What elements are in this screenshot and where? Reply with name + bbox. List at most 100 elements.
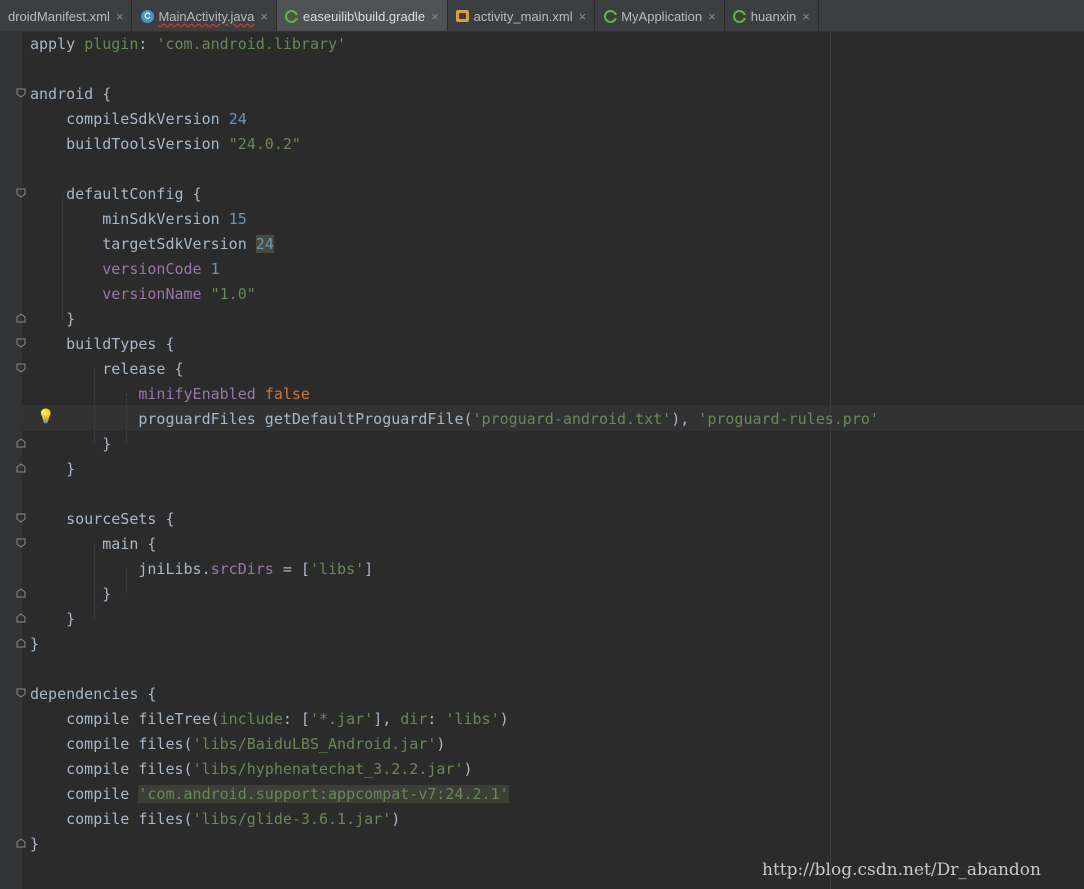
fold-close-icon[interactable]	[16, 638, 26, 648]
code-line-20[interactable]: sourceSets {	[30, 507, 174, 532]
code-line-10[interactable]: versionCode 1	[30, 257, 220, 282]
code-token: 'proguard-rules.pro'	[698, 410, 879, 428]
close-icon[interactable]: ×	[431, 9, 439, 24]
code-line-14[interactable]: release {	[30, 357, 183, 382]
code-line-29[interactable]: compile files('libs/BaiduLBS_Android.jar…	[30, 732, 445, 757]
code-token: jniLibs.	[30, 560, 211, 578]
tab-easeuilib-build-gradle[interactable]: easeuilib\build.gradle ×	[276, 0, 448, 31]
code-token: : [	[282, 710, 310, 728]
code-line-24[interactable]: }	[30, 607, 75, 632]
code-line-17[interactable]: }	[30, 432, 111, 457]
fold-close-icon[interactable]	[16, 438, 26, 448]
close-icon[interactable]: ×	[802, 9, 810, 24]
code-token: )	[391, 810, 401, 828]
code-line-13[interactable]: buildTypes {	[30, 332, 174, 357]
code-line-7[interactable]: defaultConfig {	[30, 182, 201, 207]
tab-main-activity[interactable]: C MainActivity.java ×	[132, 0, 277, 31]
java-class-icon: C	[140, 9, 154, 23]
code-token: compile files(	[30, 810, 193, 828]
tab-label: easeuilib\build.gradle	[302, 8, 426, 24]
code-line-21[interactable]: main {	[30, 532, 156, 557]
right-margin-guide	[830, 32, 831, 889]
code-line-4[interactable]: compileSdkVersion 24	[30, 107, 247, 132]
tab-label: huanxin	[750, 8, 797, 24]
code-token: buildToolsVersion	[30, 135, 229, 153]
code-token: 15	[228, 210, 247, 228]
code-line-28[interactable]: compile fileTree(include: ['*.jar'], dir…	[30, 707, 509, 732]
code-token: 'com.android.support:appcompat-v7:24.2.1…	[138, 785, 509, 803]
code-line-18[interactable]: }	[30, 457, 75, 482]
fold-close-icon[interactable]	[16, 463, 26, 473]
code-line-32[interactable]: compile files('libs/glide-3.6.1.jar')	[30, 807, 400, 832]
code-token: 24	[255, 235, 274, 253]
tab-android-manifest[interactable]: droidManifest.xml ×	[0, 0, 133, 31]
fold-open-icon[interactable]	[16, 513, 26, 523]
tab-myapplication[interactable]: MyApplication ×	[595, 0, 725, 31]
fold-open-icon[interactable]	[16, 688, 26, 698]
editor-tab-bar: droidManifest.xml × C MainActivity.java …	[0, 0, 1084, 32]
fold-open-icon[interactable]	[16, 88, 26, 98]
fold-close-icon[interactable]	[16, 313, 26, 323]
fold-open-icon[interactable]	[16, 338, 26, 348]
fold-open-icon[interactable]	[16, 188, 26, 198]
code-token: 'com.android.library'	[156, 35, 347, 53]
code-token: minSdkVersion	[30, 210, 229, 228]
code-token: srcDirs	[210, 560, 274, 578]
code-token: proguardFiles getDefaultProguardFile(	[30, 410, 473, 428]
code-token: compile	[30, 785, 139, 803]
close-icon[interactable]: ×	[579, 9, 587, 24]
tab-activity-main-xml[interactable]: activity_main.xml ×	[447, 0, 596, 31]
code-token: compile files(	[30, 760, 193, 778]
fold-open-icon[interactable]	[16, 363, 26, 373]
code-line-11[interactable]: versionName "1.0"	[30, 282, 256, 307]
close-icon[interactable]: ×	[708, 9, 716, 24]
code-line-23[interactable]: }	[30, 582, 111, 607]
code-token: minifyEnabled	[138, 385, 256, 403]
gradle-file-icon	[733, 9, 747, 23]
code-token: 24	[228, 110, 247, 128]
code-line-22[interactable]: jniLibs.srcDirs = ['libs']	[30, 557, 373, 582]
code-line-1[interactable]: apply plugin: 'com.android.library'	[30, 32, 346, 57]
code-token: :	[427, 710, 446, 728]
code-token: versionCode	[102, 260, 202, 278]
code-line-31[interactable]: compile 'com.android.support:appcompat-v…	[30, 782, 509, 807]
gradle-file-icon	[603, 9, 617, 23]
code-token: 'libs'	[445, 710, 500, 728]
code-line-16[interactable]: proguardFiles getDefaultProguardFile( 'pr…	[30, 407, 879, 432]
code-token: ],	[373, 710, 401, 728]
close-icon[interactable]: ×	[260, 9, 268, 24]
fold-close-icon[interactable]	[16, 838, 26, 848]
editor-gutter[interactable]	[0, 32, 22, 889]
code-token: 1	[210, 260, 220, 278]
tab-huanxin[interactable]: huanxin ×	[724, 0, 819, 31]
code-line-12[interactable]: }	[30, 307, 75, 332]
close-icon[interactable]: ×	[116, 9, 124, 24]
code-token: compile fileTree(	[30, 710, 220, 728]
code-token: plugin	[84, 35, 139, 53]
tab-label: MainActivity.java	[158, 8, 255, 24]
code-line-33[interactable]: }	[30, 832, 39, 857]
code-line-3[interactable]: android {	[30, 82, 111, 107]
code-token: "24.0.2"	[228, 135, 301, 153]
code-line-30[interactable]: compile files('libs/hyphenatechat_3.2.2.…	[30, 757, 472, 782]
code-editor[interactable]: 💡 apply plugin: 'com.android.library' an…	[0, 32, 1084, 889]
fold-close-icon[interactable]	[16, 613, 26, 623]
code-token: = [	[273, 560, 310, 578]
code-line-27[interactable]: dependencies {	[30, 682, 156, 707]
tab-label: droidManifest.xml	[8, 8, 110, 24]
code-line-15[interactable]: minifyEnabled false	[30, 382, 310, 407]
code-token: 'libs/hyphenatechat_3.2.2.jar'	[192, 760, 464, 778]
fold-close-icon[interactable]	[16, 588, 26, 598]
code-line-25[interactable]: }	[30, 632, 39, 657]
code-line-9[interactable]: targetSdkVersion 24	[30, 232, 274, 257]
tab-label: MyApplication	[621, 8, 703, 24]
fold-open-icon[interactable]	[16, 538, 26, 548]
code-token: ]	[364, 560, 374, 578]
code-line-5[interactable]: buildToolsVersion "24.0.2"	[30, 132, 301, 157]
code-line-8[interactable]: minSdkVersion 15	[30, 207, 247, 232]
